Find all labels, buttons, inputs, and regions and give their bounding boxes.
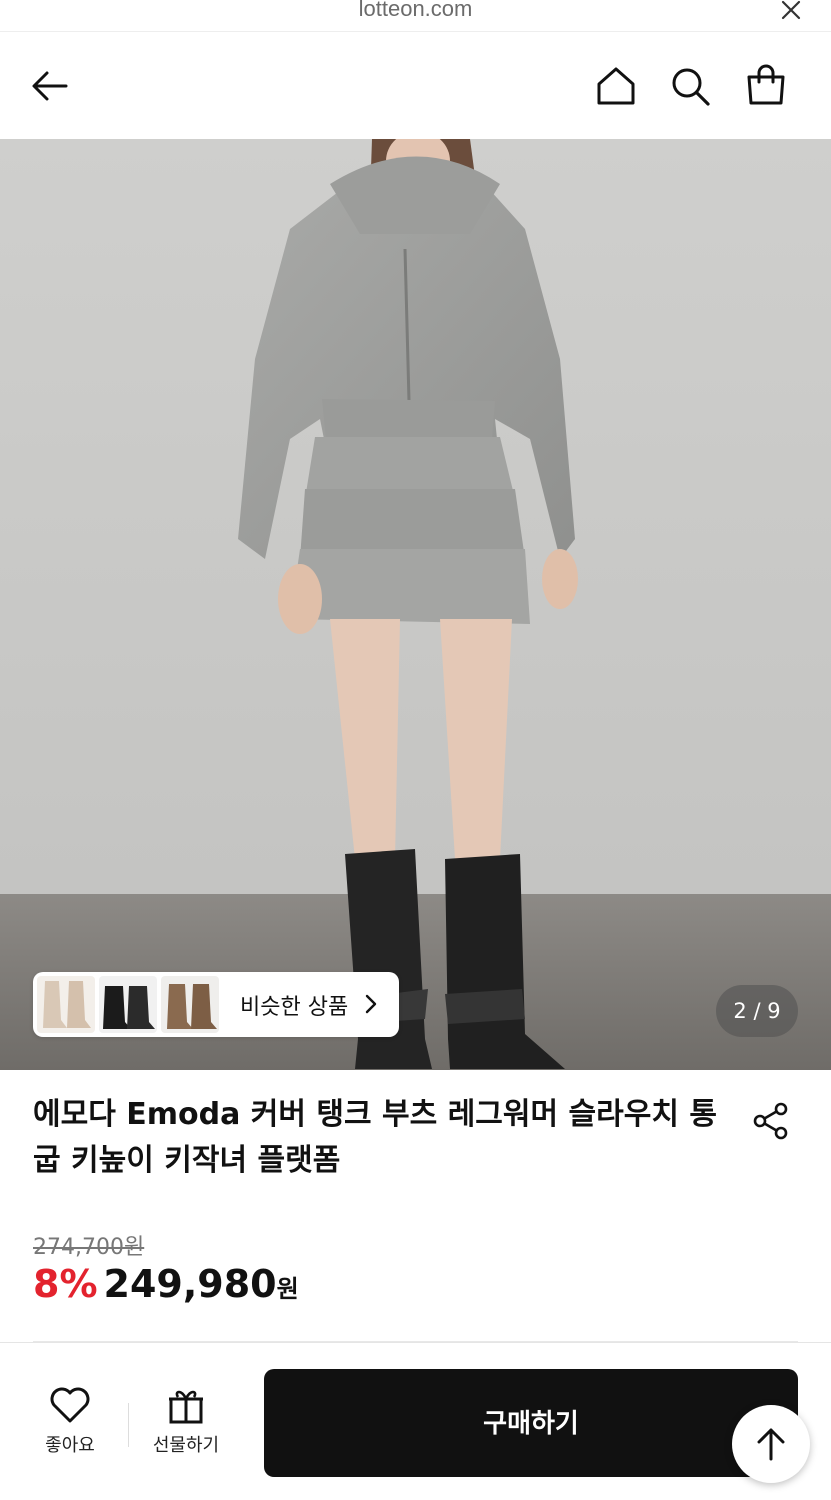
gift-button[interactable]: 선물하기 (141, 1383, 231, 1457)
product-photo (0, 139, 831, 1070)
product-image-gallery[interactable]: 비슷한 상품 2 / 9 (0, 139, 831, 1070)
similar-thumbnail (37, 976, 95, 1033)
scroll-to-top-button[interactable] (732, 1405, 810, 1483)
browser-url-bar: lotteon.com (0, 0, 831, 32)
search-icon[interactable] (668, 64, 712, 108)
discount-rate: 8% (33, 1262, 98, 1306)
sale-price: 249,980 (103, 1262, 277, 1306)
currency-unit: 원 (276, 1275, 299, 1303)
similar-products-label: 비슷한 상품 (240, 995, 349, 1020)
bottom-action-bar: 좋아요 선물하기 구매하기 (0, 1342, 831, 1500)
url-text: lotteon.com (358, 0, 473, 21)
image-counter: 2 / 9 (716, 985, 798, 1037)
price-row: 8% 249,980원 (33, 1262, 299, 1312)
like-label: 좋아요 (45, 1435, 95, 1456)
similar-thumbnail (161, 976, 219, 1033)
close-icon[interactable] (779, 0, 803, 22)
shopping-bag-icon[interactable] (744, 63, 788, 107)
like-button[interactable]: 좋아요 (25, 1383, 115, 1457)
gift-label: 선물하기 (152, 1435, 220, 1456)
home-icon[interactable] (594, 64, 638, 108)
similar-products-button[interactable]: 비슷한 상품 (33, 972, 399, 1037)
similar-thumbnail (99, 976, 157, 1033)
arrow-up-icon (757, 1428, 785, 1461)
back-arrow-icon[interactable] (28, 64, 72, 108)
chevron-right-icon (365, 994, 377, 1014)
share-icon[interactable] (750, 1100, 792, 1142)
original-price: 274,700원 (33, 1235, 145, 1260)
buy-button[interactable]: 구매하기 (264, 1369, 798, 1477)
separator (128, 1403, 129, 1447)
gift-icon (169, 1390, 203, 1424)
product-title: 에모다 Emoda 커버 탱크 부츠 레그워머 슬라우치 통굽 키높이 키작녀 … (33, 1097, 717, 1178)
heart-icon (50, 1387, 90, 1423)
app-header (0, 33, 831, 139)
